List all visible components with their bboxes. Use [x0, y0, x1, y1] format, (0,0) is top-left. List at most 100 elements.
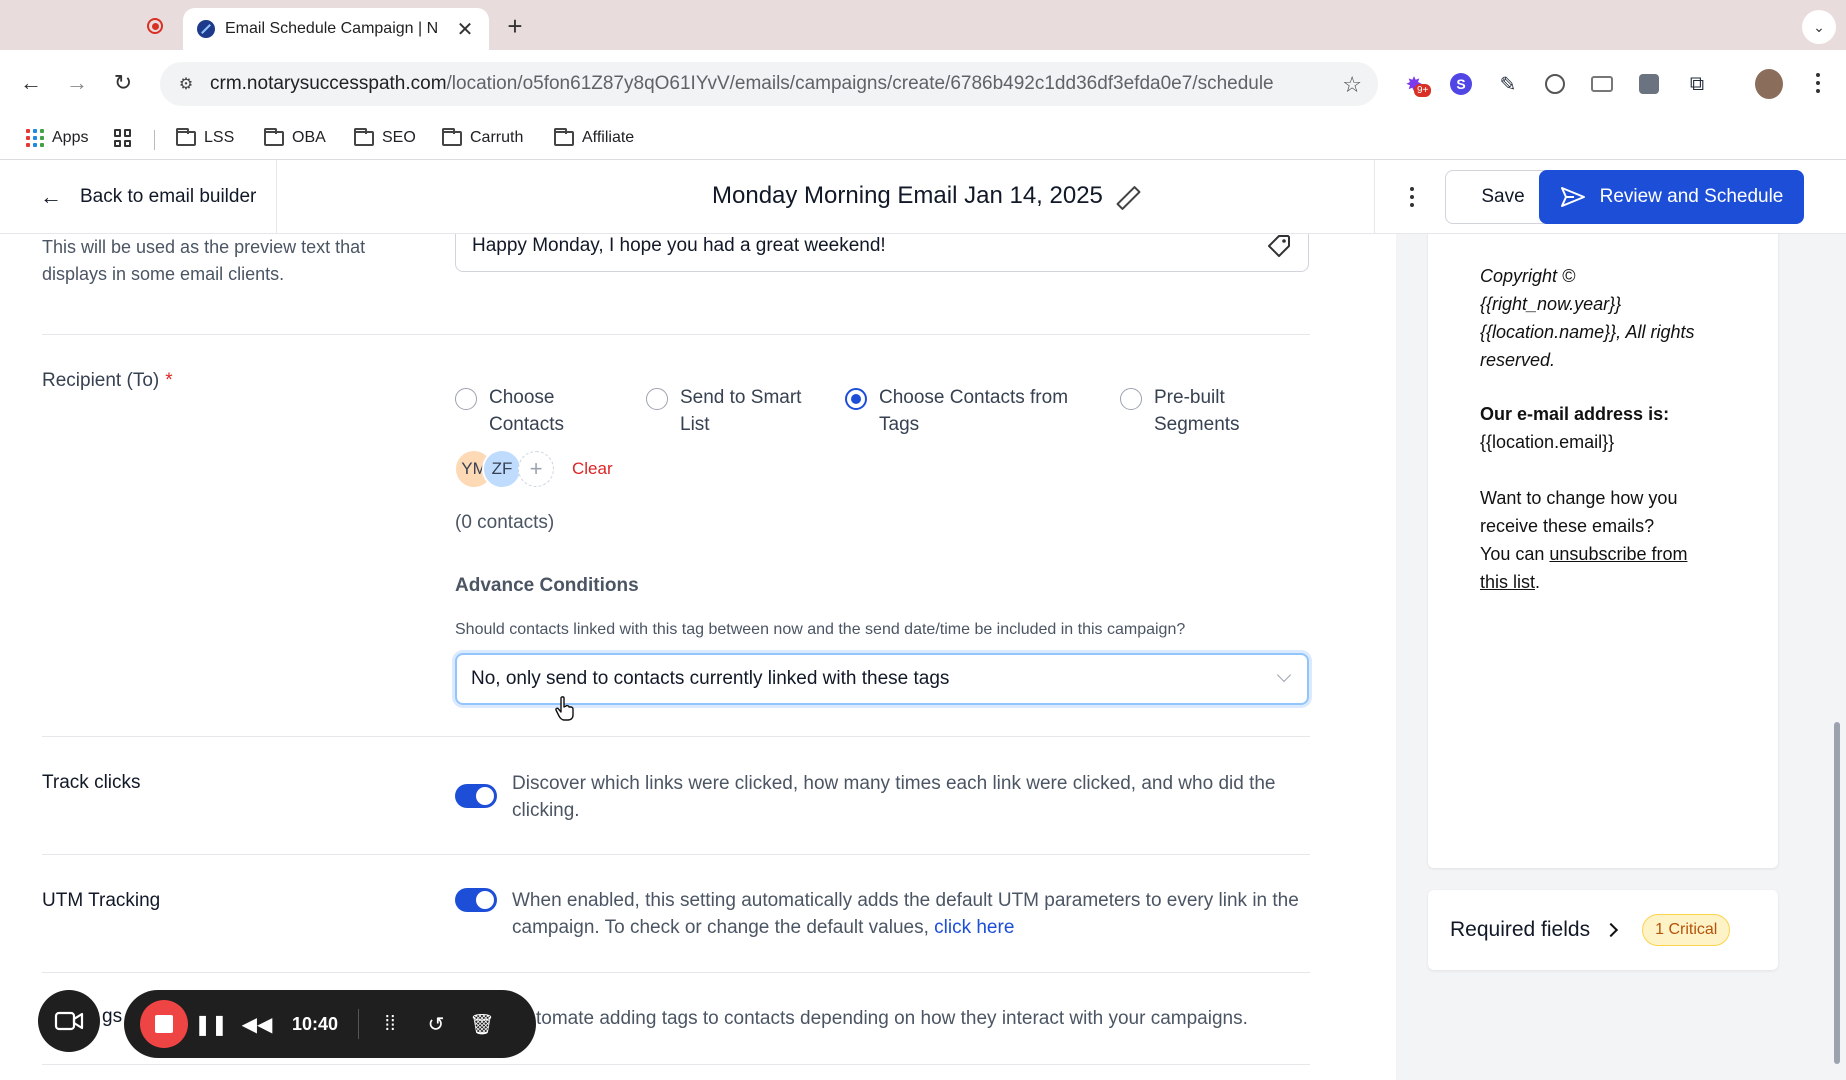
- bookmark-lss[interactable]: LSS: [176, 126, 234, 150]
- site-settings-icon[interactable]: ⚙: [174, 72, 198, 96]
- browser-menu-icon[interactable]: [1808, 68, 1828, 98]
- recipient-label: Recipient (To) *: [42, 370, 173, 391]
- extension-s-icon[interactable]: S: [1447, 70, 1475, 98]
- recorder-camera-button[interactable]: [38, 990, 100, 1052]
- radio-button[interactable]: [646, 388, 668, 410]
- site-favicon-icon: [197, 20, 215, 38]
- bookmark-seo[interactable]: SEO: [354, 126, 416, 150]
- email-preview-panel: Copyright © {{right_now.year}} {{locatio…: [1396, 234, 1846, 1080]
- forward-nav-icon[interactable]: →: [62, 68, 92, 98]
- advance-conditions-question: Should contacts linked with this tag bet…: [455, 621, 1186, 638]
- chevron-down-icon: [1276, 667, 1292, 683]
- campaign-title: Monday Morning Email Jan 14, 2025: [712, 182, 1137, 210]
- folder-icon: [442, 127, 462, 146]
- header-divider: [1374, 160, 1375, 234]
- review-and-schedule-button[interactable]: Review and Schedule: [1539, 170, 1804, 224]
- scrollbar-thumb[interactable]: [1834, 722, 1840, 1064]
- advance-conditions-select[interactable]: No, only send to contacts currently link…: [455, 653, 1309, 705]
- track-clicks-toggle[interactable]: [455, 784, 497, 808]
- bookmark-apps[interactable]: Apps: [26, 126, 88, 150]
- pause-icon[interactable]: ❚❚: [188, 1001, 234, 1047]
- bookmark-oba[interactable]: OBA: [264, 126, 326, 150]
- utm-tracking-label: UTM Tracking: [42, 890, 161, 911]
- recording-tab[interactable]: [130, 12, 180, 40]
- required-fields-label: Required fields: [1450, 918, 1591, 941]
- record-icon: [147, 18, 163, 34]
- section-divider: [42, 334, 1310, 335]
- grid-dots-icon[interactable]: ⁞⁞: [367, 1001, 413, 1047]
- preview-text-help: This will be used as the preview text th…: [42, 237, 366, 284]
- unsubscribe-link[interactable]: unsubscribe from: [1549, 544, 1687, 564]
- arrow-left-icon: ←: [40, 184, 62, 209]
- track-clicks-label: Track clicks: [42, 772, 141, 793]
- bookmark-affiliate[interactable]: Affiliate: [554, 126, 634, 150]
- radio-button[interactable]: [1120, 388, 1142, 410]
- tag-chip[interactable]: ZF: [482, 449, 522, 489]
- folder-icon: [554, 127, 574, 146]
- trash-icon[interactable]: 🗑: [459, 1001, 505, 1047]
- selected-tags: YM ZF + Clear: [454, 449, 613, 489]
- required-fields-card[interactable]: Required fields 1 Critical: [1428, 890, 1778, 970]
- stop-recording-button[interactable]: [140, 1000, 188, 1048]
- bookmark-carruth[interactable]: Carruth: [442, 126, 523, 150]
- recorder-toolbar: ❚❚ ◀◀ 10:40 ⁞⁞ ↺ 🗑: [124, 990, 536, 1058]
- app-header: ← Back to email builder Monday Morning E…: [0, 160, 1846, 234]
- close-tab-icon[interactable]: ✕: [455, 17, 475, 42]
- track-clicks-description: Discover which links were clicked, how m…: [512, 773, 1276, 821]
- edit-pencil-icon[interactable]: [1115, 185, 1137, 207]
- radio-smart-list[interactable]: Send to Smart List: [646, 384, 830, 438]
- extension-notification-icon[interactable]: ✸ 9+: [1400, 70, 1432, 98]
- preview-text-input[interactable]: Happy Monday, I hope you had a great wee…: [455, 234, 1309, 272]
- bookmarks-separator: [154, 130, 155, 150]
- new-tab-icon[interactable]: +: [503, 11, 527, 42]
- bookmarks-bar: Apps LSS OBA SEO Carruth Affiliate: [0, 116, 1846, 160]
- camera-icon[interactable]: [1588, 70, 1616, 98]
- back-nav-icon[interactable]: ←: [16, 68, 46, 98]
- radio-contacts-from-tags[interactable]: Choose Contacts from Tags: [845, 384, 1089, 438]
- extensions-puzzle-icon[interactable]: ⧉: [1683, 70, 1711, 98]
- utm-tracking-toggle[interactable]: [455, 888, 497, 912]
- extension-square-icon[interactable]: [1635, 70, 1663, 98]
- tab-title: Email Schedule Campaign | N: [225, 20, 439, 37]
- tags-row-description: tomate adding tags to contacts depending…: [536, 1008, 1248, 1029]
- tab-groups-icon[interactable]: [114, 126, 132, 150]
- clear-tags-link[interactable]: Clear: [572, 459, 613, 479]
- section-divider: [42, 972, 1310, 973]
- email-footer-preview: Copyright © {{right_now.year}} {{locatio…: [1480, 266, 1695, 592]
- rewind-icon[interactable]: ◀◀: [234, 1001, 280, 1047]
- campaign-settings-form: This will be used as the preview text th…: [0, 234, 1396, 1080]
- critical-badge: 1 Critical: [1642, 914, 1731, 946]
- add-tag-icon[interactable]: +: [518, 451, 554, 487]
- more-options-icon[interactable]: [1402, 182, 1422, 212]
- advance-conditions-title: Advance Conditions: [455, 575, 639, 596]
- send-icon: [1560, 186, 1586, 208]
- bookmark-star-icon[interactable]: ☆: [1342, 72, 1362, 98]
- radio-button[interactable]: [455, 388, 477, 410]
- back-to-email-builder-link[interactable]: ← Back to email builder: [40, 184, 256, 210]
- email-preview-card: Copyright © {{right_now.year}} {{locatio…: [1428, 234, 1778, 868]
- contacts-count: (0 contacts): [455, 512, 555, 533]
- profile-avatar[interactable]: [1755, 69, 1783, 99]
- browser-tab-strip: Email Schedule Campaign | N ✕ + ⌄: [0, 0, 1846, 50]
- radio-button-selected[interactable]: [845, 388, 867, 410]
- active-tab[interactable]: Email Schedule Campaign | N ✕: [183, 8, 489, 50]
- extension-circle-icon[interactable]: [1541, 70, 1569, 98]
- radio-prebuilt-segments[interactable]: Pre-built Segments: [1120, 384, 1274, 438]
- radio-choose-contacts[interactable]: Choose Contacts: [455, 384, 609, 438]
- tags-row-label: gs: [102, 1006, 123, 1027]
- recording-timer: 10:40: [291, 1013, 339, 1034]
- tab-search-chevron-icon[interactable]: ⌄: [1802, 10, 1836, 44]
- apps-grid-icon: [26, 129, 44, 147]
- address-bar[interactable]: ⚙ crm.notarysuccesspath.com/location/o5f…: [160, 62, 1378, 106]
- utm-click-here-link[interactable]: click here: [934, 917, 1014, 938]
- recorder-divider: [358, 1009, 359, 1039]
- unsubscribe-link[interactable]: this list: [1480, 572, 1535, 592]
- url-text: crm.notarysuccesspath.com/location/o5fon…: [210, 73, 1274, 94]
- eyedropper-icon[interactable]: ✎: [1494, 70, 1522, 98]
- folder-icon: [264, 127, 284, 146]
- tag-icon[interactable]: [1266, 234, 1292, 259]
- hand-cursor-icon: [555, 696, 574, 721]
- restart-icon[interactable]: ↺: [413, 1001, 459, 1047]
- folder-icon: [176, 127, 196, 146]
- reload-icon[interactable]: ↻: [108, 68, 138, 98]
